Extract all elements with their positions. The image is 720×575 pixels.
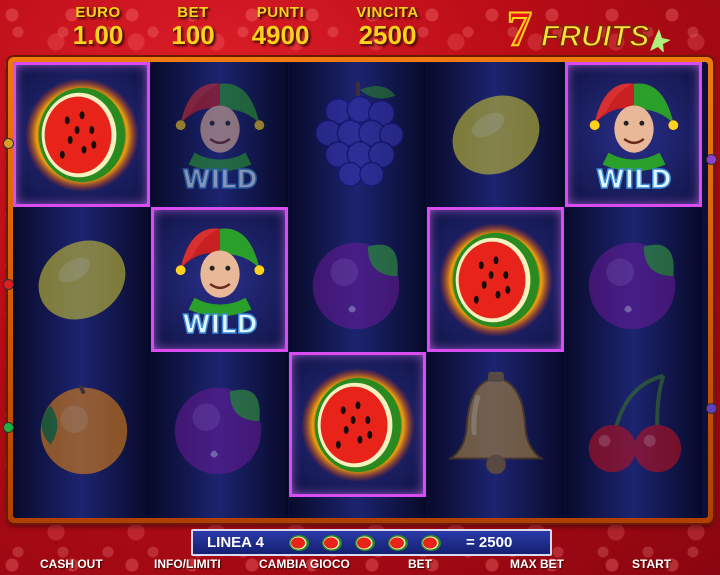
reel-cell-cherries [565,352,702,497]
wild-label: WILD [596,165,671,194]
reel-cell-wild-jester: WILD [151,62,288,207]
reel-5: WILD [565,62,702,518]
lemon-icon [452,95,539,174]
line-marker-right-2 [706,403,717,414]
bet-stat: BET 100 [158,4,228,50]
wild-jester-icon: WILD [175,228,264,339]
winline-watermelon-icon [289,534,309,551]
logo-star-icon [650,29,670,52]
winline-label: LINEA 4 [207,534,264,551]
reel-cell-wild-jester: WILD [565,62,702,207]
winline-watermelon-icon [322,534,342,551]
wild-jester-icon: WILD [589,83,678,194]
reel-2: WILD WILD [151,62,288,518]
logo-seven: 7 [507,0,532,52]
win-stat: VINCITA 2500 [345,4,430,50]
euro-stat: EURO 1.00 [58,4,138,50]
watermelon-icon [24,77,139,192]
bet-value: 100 [171,20,215,50]
line-marker-right-1 [706,154,717,165]
wild-label: WILD [182,165,257,194]
orange-icon [40,384,127,474]
winline-bar: LINEA 4 = 2500 [191,529,552,556]
watermelon-icon [438,222,553,337]
win-label: VINCITA [356,4,419,21]
start-button[interactable]: START [632,557,671,571]
reel-cell-lemon [13,207,150,352]
plum-icon [588,242,675,329]
reel-cell-bell [427,352,564,497]
line-marker-left-3 [3,422,14,433]
bet-label: BET [177,4,209,21]
reel-cell-grapes [289,62,426,207]
game-logo: 7 FRUITS [506,0,670,52]
points-value: 4900 [251,20,310,50]
lemon-icon [38,240,125,319]
plum-icon [174,387,261,474]
reel-cell-lemon [427,62,564,207]
euro-value: 1.00 [72,20,124,50]
reel-frame: WILD WILD WILD [8,57,713,523]
points-label: PUNTI [256,4,305,21]
winline-watermelon-icon [355,534,375,551]
reel-cell-watermelon [13,62,150,207]
cherries-icon [588,373,681,472]
line-marker-left-2 [3,279,14,290]
points-stat: PUNTI 4900 [238,4,323,50]
reel-cell-watermelon [289,352,426,497]
reel-1 [13,62,150,518]
wild-jester-icon: WILD [175,83,264,194]
bet-button[interactable]: BET [408,557,432,571]
line-marker-left-1 [3,138,14,149]
reel-cell-plum [565,207,702,352]
reel-3 [289,62,426,518]
watermelon-icon [300,367,415,482]
change-game-button[interactable]: CAMBIA GIOCO [259,557,350,571]
reel-cell-plum [289,207,426,352]
reel-cell-orange [13,352,150,497]
plum-icon [312,242,399,329]
win-value: 2500 [358,20,417,50]
grapes-icon [314,81,404,187]
reel-4 [427,62,564,518]
logo-text: FRUITS [541,20,649,52]
euro-label: EURO [75,4,121,21]
bell-icon [447,371,544,474]
winline-watermelon-icon [388,534,408,551]
reel-cell-wild-jester: WILD [151,207,288,352]
winline-symbols [287,533,452,553]
cash-out-button[interactable]: CASH OUT [40,557,103,571]
info-button[interactable]: INFO/LIMITI [154,557,221,571]
max-bet-button[interactable]: MAX BET [510,557,564,571]
wild-label: WILD [182,310,257,339]
winline-watermelon-icon [421,534,441,551]
winline-amount: = 2500 [466,534,513,551]
reel-cell-watermelon [427,207,564,352]
reels-area: WILD WILD WILD [13,62,708,518]
reel-cell-plum [151,352,288,497]
